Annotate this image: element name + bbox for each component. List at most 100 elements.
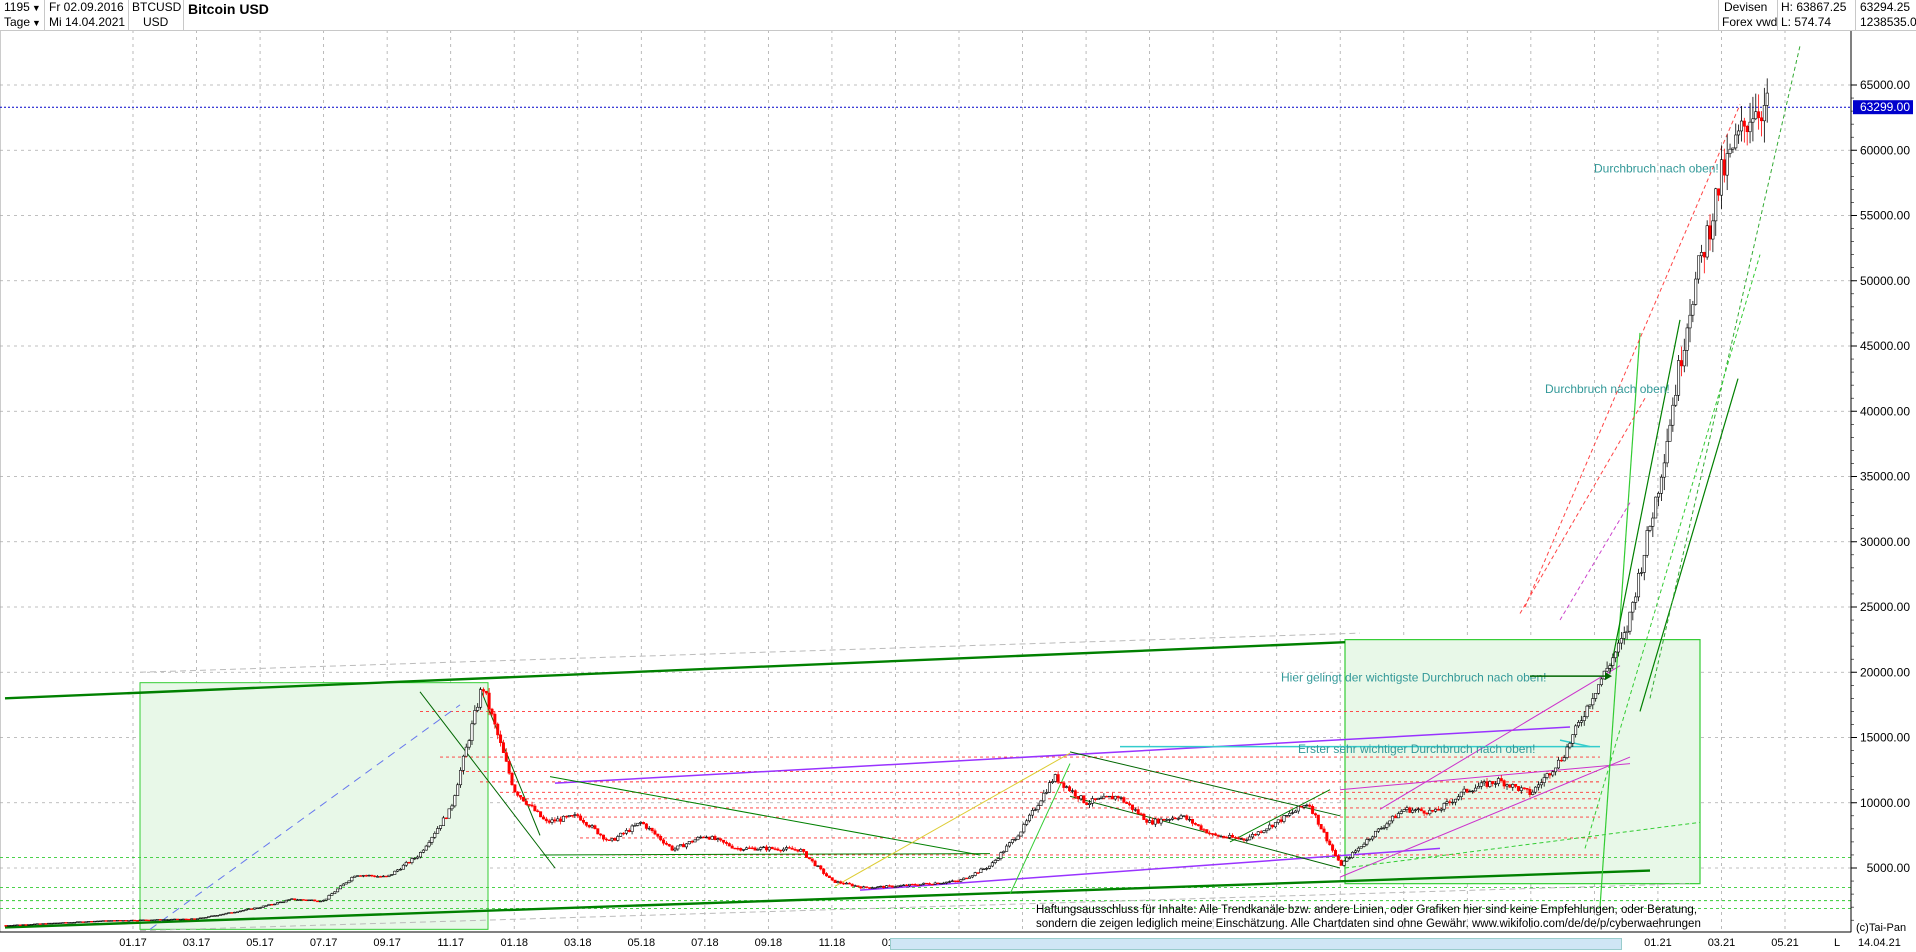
candle-body (704, 836, 708, 839)
candle-body (361, 875, 365, 877)
candle-body (899, 885, 903, 887)
candle-body (338, 885, 342, 890)
candle-body (178, 918, 182, 921)
candle-body (78, 921, 82, 923)
candle-body (799, 849, 803, 852)
candle-body (1591, 698, 1595, 706)
candle-body (1474, 787, 1478, 792)
y-tick-label: 35000.00 (1860, 470, 1910, 484)
candle-body (607, 839, 611, 841)
candle-body (1451, 801, 1455, 804)
candle-body (1654, 496, 1658, 519)
candle-body (1614, 651, 1618, 659)
candle-body (1059, 781, 1063, 784)
candle-body (1156, 818, 1160, 824)
candle-body (556, 818, 560, 822)
candle-body (619, 832, 623, 837)
candle-body (1416, 808, 1420, 811)
candle-body (384, 875, 388, 878)
candle-body (1456, 796, 1460, 800)
bars-count-dropdown[interactable]: 1195 ▼ (4, 0, 41, 16)
candle-body (147, 919, 151, 922)
candle-body (1677, 360, 1681, 396)
date-to[interactable]: Mi 14.04.2021 (49, 15, 125, 30)
x-tick-label: 09.18 (755, 937, 783, 949)
candle-body (98, 920, 102, 923)
candle-body (616, 836, 620, 841)
candle-body (1322, 828, 1326, 833)
candle-body (1113, 795, 1117, 800)
candle-body (316, 900, 320, 903)
candle-body (1739, 120, 1743, 132)
candle-body (1465, 788, 1469, 792)
candle-body (953, 880, 957, 882)
candle-body (1745, 125, 1749, 133)
candle-body (1622, 632, 1626, 639)
candle-body (1311, 806, 1315, 814)
timeframe-dropdown[interactable]: Tage ▼ (4, 15, 41, 31)
candle-body (1379, 827, 1383, 830)
candle-body (1153, 818, 1157, 825)
candle-body (1373, 830, 1377, 838)
candle-body (564, 815, 568, 818)
candle-body (1133, 809, 1137, 811)
candle-body (499, 734, 503, 743)
candle-body (13, 924, 17, 927)
candle-body (1368, 838, 1372, 841)
candle-body (1162, 818, 1166, 821)
time-scrollbar[interactable] (890, 938, 1622, 950)
candle-body (539, 811, 543, 818)
candle-body (1359, 846, 1363, 849)
candle-body (596, 828, 600, 835)
candle-body (1110, 795, 1114, 800)
candle-body (104, 920, 108, 922)
candle-body (976, 872, 980, 874)
candle-body (1268, 824, 1272, 830)
candle-body (561, 815, 565, 822)
candle-body (1579, 720, 1583, 723)
candle-body (979, 868, 983, 873)
candle-body (1150, 820, 1154, 825)
candle-body (90, 921, 94, 923)
candle-body (1556, 759, 1560, 769)
candle-body (1697, 255, 1701, 280)
candle-body (813, 860, 817, 867)
candle-body (310, 899, 314, 902)
candle-body (541, 816, 545, 820)
candle-body (742, 849, 746, 851)
candle-body (1228, 834, 1232, 838)
candle-body (536, 810, 540, 812)
candle-body (1505, 784, 1509, 787)
candle-body (1048, 782, 1052, 793)
candle-body (1276, 819, 1280, 823)
candle-body (250, 908, 254, 910)
candle-body (584, 822, 588, 826)
candle-body (353, 875, 357, 878)
last-value: 63294.25 (1860, 0, 1911, 14)
candle-body (1516, 786, 1520, 791)
candle-body (1442, 803, 1446, 810)
candle-body (985, 868, 989, 870)
candle-body (244, 909, 248, 911)
candle-body (1508, 784, 1512, 788)
date-from[interactable]: Fr 02.09.2016 (49, 0, 124, 15)
divider (44, 0, 45, 30)
candle-body (762, 846, 766, 849)
candle-body (999, 852, 1003, 859)
candle-body (759, 847, 763, 850)
candle-body (1248, 836, 1252, 841)
candle-body (1331, 844, 1335, 851)
candle-body (1136, 809, 1140, 814)
candle-body (936, 882, 940, 885)
candle-body (1042, 792, 1046, 802)
candle-body (1674, 394, 1678, 406)
annotation-breakout-1: Durchbruch nach oben! (1594, 161, 1719, 175)
candle-body (1028, 814, 1032, 822)
candle-body (1691, 304, 1695, 316)
candle-body (1345, 857, 1349, 862)
candle-body (847, 882, 851, 885)
corner-label: L (1834, 937, 1841, 949)
candle-body (1502, 780, 1506, 787)
candle-body (1339, 859, 1343, 866)
candle-body (193, 918, 197, 920)
